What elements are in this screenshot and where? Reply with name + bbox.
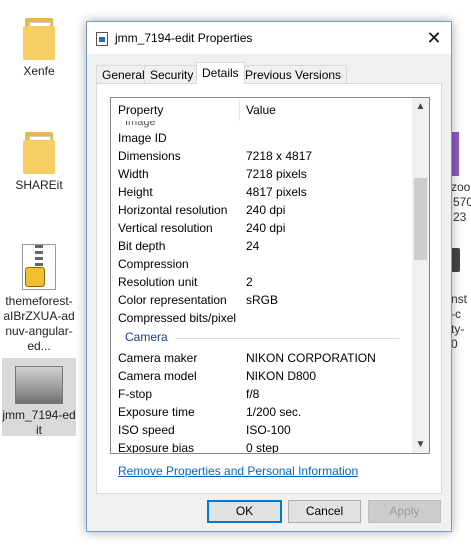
property-value: 0 step xyxy=(246,441,279,454)
property-list[interactable]: Property Value Image Image ID Dimensions… xyxy=(110,97,430,454)
property-value: sRGB xyxy=(246,293,279,307)
desktop-icon-label: themeforest-aIBrZXUA-adnuv-angular-ed... xyxy=(3,294,75,353)
property-name: Resolution unit xyxy=(118,275,198,289)
property-name: Exposure time xyxy=(118,405,195,419)
tab-security[interactable]: Security xyxy=(144,65,200,84)
desktop-icon-label: Xenfe xyxy=(23,64,55,78)
scrollbar-thumb[interactable] xyxy=(414,178,427,260)
property-row[interactable]: Compressed bits/pixel xyxy=(111,309,411,327)
property-name: Compressed bits/pixel xyxy=(118,311,237,325)
remove-properties-link[interactable]: Remove Properties and Personal Informati… xyxy=(118,464,358,478)
property-name: Compression xyxy=(118,257,189,271)
edge-label-fragment: nst xyxy=(451,292,468,306)
property-value: f/8 xyxy=(246,387,260,401)
property-row[interactable]: Image ID xyxy=(111,129,411,147)
group-divider xyxy=(175,338,399,339)
edge-label-fragment: 570 xyxy=(453,195,471,209)
property-row[interactable]: Dimensions 7218 x 4817 xyxy=(111,147,411,165)
tab-previous-versions[interactable]: Previous Versions xyxy=(239,65,348,84)
column-divider[interactable] xyxy=(239,100,240,121)
folder-icon xyxy=(23,18,55,60)
property-name: Horizontal resolution xyxy=(118,203,228,217)
desktop-icon-shareit[interactable]: SHAREit xyxy=(2,132,76,193)
property-value: 240 dpi xyxy=(246,221,286,235)
property-row[interactable]: Camera model NIKON D800 xyxy=(111,367,411,385)
scroll-down-icon[interactable]: ▼ xyxy=(412,436,429,453)
property-row[interactable]: Exposure bias 0 step xyxy=(111,439,411,454)
property-name: Height xyxy=(118,185,153,199)
property-name: Exposure bias xyxy=(118,441,195,454)
property-row[interactable]: Resolution unit 2 xyxy=(111,273,411,291)
property-row[interactable]: Bit depth 24 xyxy=(111,237,411,255)
group-header-camera: Camera xyxy=(111,327,411,349)
property-value: NIKON CORPORATION xyxy=(246,351,376,365)
edge-label-fragment: 23 xyxy=(453,210,467,224)
ok-button[interactable]: OK xyxy=(207,500,282,523)
edge-label-fragment: 0 xyxy=(451,337,458,351)
property-name: Camera model xyxy=(118,369,197,383)
edge-label-fragment: -c xyxy=(451,307,461,321)
property-row[interactable]: Compression xyxy=(111,255,411,273)
scroll-up-icon[interactable]: ▲ xyxy=(412,98,429,115)
property-row[interactable]: Camera maker NIKON CORPORATION xyxy=(111,349,411,367)
desktop-icon-jmm-7194-edit[interactable]: jmm_7194-edit xyxy=(2,358,76,437)
group-title: Camera xyxy=(125,330,168,344)
column-header-value[interactable]: Value xyxy=(246,103,276,117)
dialog-title: jmm_7194-edit Properties xyxy=(115,31,253,45)
tab-general[interactable]: General xyxy=(96,65,151,84)
close-button[interactable]: ✕ xyxy=(417,22,451,54)
property-value: ISO-100 xyxy=(246,423,291,437)
edge-label-fragment: ty- xyxy=(451,322,465,336)
desktop-icon-xenfe[interactable]: Xenfe xyxy=(2,18,76,79)
property-name: Dimensions xyxy=(118,149,181,163)
properties-dialog: jmm_7194-edit Properties ✕ General Secur… xyxy=(86,21,452,532)
property-name: Vertical resolution xyxy=(118,221,213,235)
column-header-property[interactable]: Property xyxy=(118,103,163,117)
property-row[interactable]: Width 7218 pixels xyxy=(111,165,411,183)
property-value: 7218 x 4817 xyxy=(246,149,313,163)
property-value: 4817 pixels xyxy=(246,185,307,199)
image-thumbnail-icon xyxy=(15,366,63,404)
vertical-scrollbar[interactable]: ▲ ▼ xyxy=(412,98,429,453)
property-value: NIKON D800 xyxy=(246,369,317,383)
property-name: ISO speed xyxy=(118,423,175,437)
property-row[interactable]: ISO speed ISO-100 xyxy=(111,421,411,439)
property-row[interactable]: Height 4817 pixels xyxy=(111,183,411,201)
property-row[interactable]: Horizontal resolution 240 dpi xyxy=(111,201,411,219)
list-header: Property Value xyxy=(111,98,411,121)
property-value: 2 xyxy=(246,275,253,289)
property-row[interactable]: Color representation sRGB xyxy=(111,291,411,309)
folder-icon xyxy=(23,132,55,174)
desktop-icon-themeforest[interactable]: themeforest-aIBrZXUA-adnuv-angular-ed... xyxy=(2,244,76,354)
details-panel: Property Value Image Image ID Dimensions… xyxy=(96,83,442,494)
property-name: Image ID xyxy=(118,131,167,145)
property-name: Bit depth xyxy=(118,239,166,253)
property-rows: Image ID Dimensions 7218 x 4817 Width 7218… xyxy=(111,129,411,454)
desktop-icon-label: jmm_7194-edit xyxy=(2,408,76,437)
property-value: 24 xyxy=(246,239,260,253)
edge-label-fragment: zoo xyxy=(451,180,471,194)
cancel-button[interactable]: Cancel xyxy=(288,500,361,523)
desktop-icon-label: SHAREit xyxy=(15,178,63,192)
property-name: Camera maker xyxy=(118,351,198,365)
title-bar[interactable]: jmm_7194-edit Properties ✕ xyxy=(87,22,451,54)
property-name: F-stop xyxy=(118,387,153,401)
image-file-icon xyxy=(96,32,108,46)
apply-button[interactable]: Apply xyxy=(368,500,441,523)
property-name: Width xyxy=(118,167,149,181)
close-icon: ✕ xyxy=(426,28,442,48)
property-value: 240 dpi xyxy=(246,203,286,217)
property-name: Color representation xyxy=(118,293,227,307)
zip-archive-icon xyxy=(22,244,56,290)
property-value: 1/200 sec. xyxy=(246,405,302,419)
property-value: 7218 pixels xyxy=(246,167,307,181)
tab-details[interactable]: Details xyxy=(196,62,245,84)
property-row[interactable]: Vertical resolution 240 dpi xyxy=(111,219,411,237)
property-row[interactable]: Exposure time 1/200 sec. xyxy=(111,403,411,421)
property-row[interactable]: F-stop f/8 xyxy=(111,385,411,403)
